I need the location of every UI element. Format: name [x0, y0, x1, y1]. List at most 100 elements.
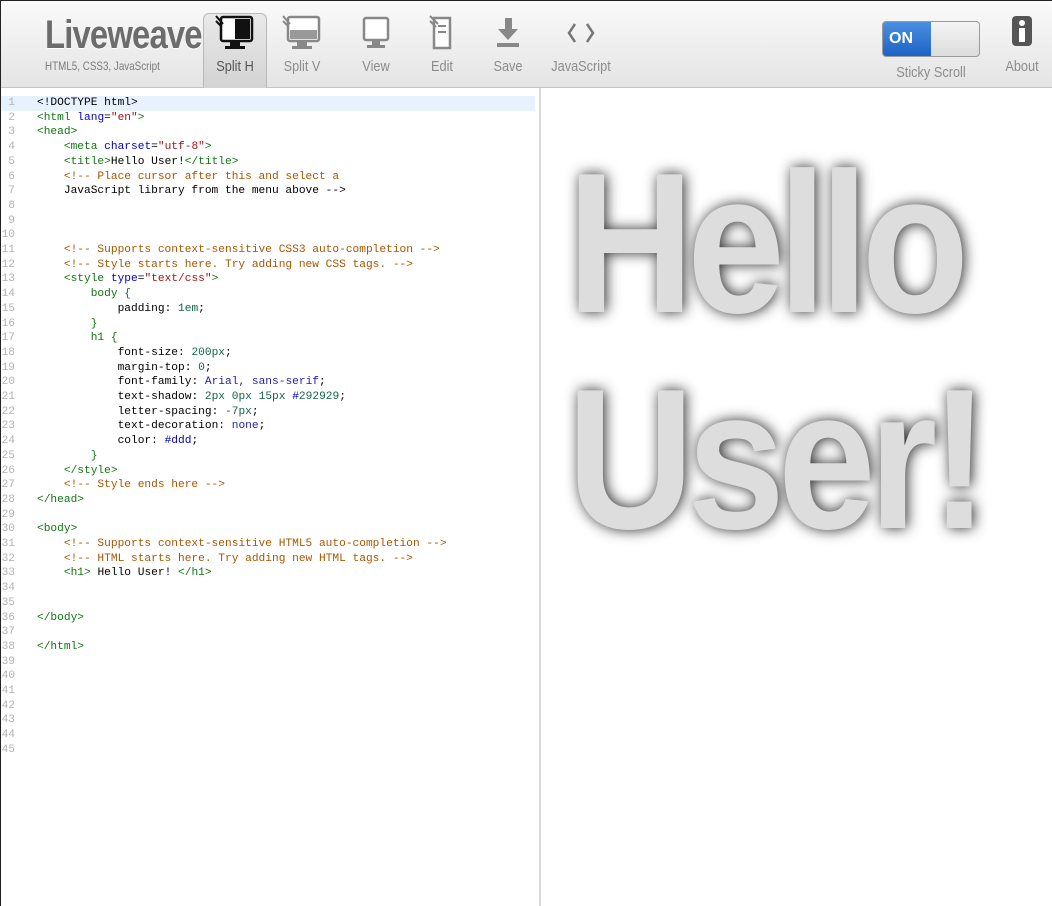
code-text: <!-- Supports context-sensitive CSS3 aut… [37, 244, 440, 256]
code-line[interactable]: 3 <head> [1, 125, 535, 140]
line-number: 7 [8, 185, 15, 198]
code-line[interactable]: 32 <!-- HTML starts here. Try adding new… [1, 552, 535, 567]
code-line[interactable]: 1 <!DOCTYPE html> [1, 96, 535, 111]
code-text: body { [37, 288, 131, 301]
code-line[interactable]: 36 </body> [1, 611, 535, 626]
toggle-on-state: ON [883, 22, 931, 56]
line-number: 4 [8, 141, 15, 154]
preview-pane: Hello User! [541, 88, 1052, 906]
code-line[interactable]: 25 } [1, 449, 535, 464]
code-line[interactable]: 16 } [1, 317, 535, 332]
download-icon [497, 18, 519, 47]
code-line[interactable]: 12 <!-- Style starts here. Try adding ne… [1, 258, 535, 273]
code-editor[interactable]: 1 <!DOCTYPE html> 2 <html lang="en"> 3 <head>… [1, 88, 541, 906]
code-line[interactable]: 24 color: #ddd; [1, 434, 535, 449]
code-text: <!-- Place cursor after this and select … [37, 170, 340, 183]
code-line[interactable]: 8 [1, 199, 535, 214]
line-number: 8 [8, 199, 15, 212]
line-number: 23 [1, 420, 15, 433]
code-brackets-icon [567, 23, 595, 43]
edit-page-icon [429, 15, 452, 50]
view-button[interactable]: View [351, 14, 401, 86]
code-line[interactable]: 42 [1, 699, 535, 714]
code-text: margin-top: 0; [117, 361, 212, 374]
code-line[interactable]: 20 font-family: Arial, sans-serif; [1, 375, 535, 390]
code-line[interactable]: 23 text-decoration: none; [1, 419, 535, 434]
save-button[interactable]: Save [483, 14, 533, 86]
code-line[interactable]: 6 <!-- Place cursor after this and selec… [1, 170, 535, 185]
line-number: 12 [1, 258, 15, 271]
code-line[interactable]: 35 [1, 596, 535, 611]
code-line[interactable]: 43 [1, 713, 535, 728]
code-line[interactable]: 38 </html> [1, 640, 535, 655]
split-horizontal-icon [215, 15, 254, 49]
code-line[interactable]: 31 <!-- Supports context-sensitive HTML5… [1, 537, 535, 552]
toolbar: Liveweave HTML5, CSS3, JavaScript Split … [1, 1, 1052, 88]
about-button[interactable]: About [997, 14, 1047, 86]
brand-logo: Liveweave [45, 13, 203, 57]
line-number: 31 [1, 538, 15, 550]
code-line[interactable]: 34 [1, 581, 535, 596]
split-h-button[interactable]: Split H [203, 13, 267, 88]
split-v-label: Split V [283, 58, 321, 75]
line-number: 16 [1, 317, 15, 330]
code-line[interactable]: 28 </head> [1, 493, 535, 508]
javascript-button[interactable]: JavaScript [546, 14, 616, 86]
code-line[interactable]: 22 letter-spacing: -7px; [1, 405, 535, 420]
line-number: 33 [1, 567, 15, 580]
code-line[interactable]: 33 <h1> Hello User! </h1> [1, 566, 535, 581]
code-line[interactable]: 14 body { [1, 287, 535, 302]
info-icon [1012, 16, 1032, 46]
code-line[interactable]: 21 text-shadow: 2px 0px 15px #292929; [1, 390, 535, 405]
line-number: 24 [1, 435, 15, 448]
code-line[interactable]: 39 [1, 655, 535, 670]
code-line[interactable]: 40 [1, 669, 535, 684]
code-line[interactable]: 44 [1, 728, 535, 743]
code-line[interactable]: 17 h1 { [1, 331, 535, 346]
code-text: <head> [37, 126, 78, 139]
code-text: letter-spacing: -7px; [117, 405, 259, 418]
line-number: 30 [1, 523, 15, 536]
code-line[interactable]: 45 [1, 743, 535, 758]
line-number: 29 [1, 508, 15, 521]
code-line[interactable]: 13 <style type="text/css"> [1, 272, 535, 287]
split-v-button[interactable]: Split V [272, 14, 332, 86]
code-line[interactable]: 30 <body> [1, 522, 535, 537]
line-number: 5 [8, 155, 15, 168]
code-line[interactable]: 10 [1, 228, 535, 243]
code-line[interactable]: 29 [1, 508, 535, 523]
code-line[interactable]: 19 margin-top: 0; [1, 361, 535, 376]
code-text: } [37, 317, 98, 330]
code-text: <html lang="en"> [37, 111, 145, 124]
code-line[interactable]: 41 [1, 684, 535, 699]
split-h-label: Split H [216, 58, 254, 75]
line-number: 6 [8, 170, 15, 183]
code-line[interactable]: 37 [1, 625, 535, 640]
code-text: padding: 1em; [117, 302, 205, 315]
code-line[interactable]: 4 <meta charset="utf-8"> [1, 140, 535, 155]
code-line[interactable]: 9 [1, 214, 535, 229]
about-label: About [1005, 58, 1039, 75]
code-line[interactable]: 5 <title>Hello User!</title> [1, 155, 535, 170]
code-line[interactable]: 11 <!-- Supports context-sensitive CSS3 … [1, 243, 535, 258]
line-number: 26 [1, 464, 15, 477]
line-number: 39 [1, 655, 15, 668]
sticky-scroll-toggle[interactable]: ON [882, 21, 980, 57]
code-line[interactable]: 26 </style> [1, 464, 535, 479]
javascript-label: JavaScript [551, 58, 611, 75]
code-text: </body> [37, 611, 85, 624]
line-number: 35 [1, 596, 15, 609]
code-line[interactable]: 2 <html lang="en"> [1, 111, 535, 126]
code-text: h1 { [37, 332, 118, 345]
split-vertical-icon [282, 15, 321, 49]
edit-button[interactable]: Edit [417, 14, 467, 86]
line-number: 21 [1, 391, 15, 403]
code-line[interactable]: 27 <!-- Style ends here --> [1, 478, 535, 493]
line-number: 43 [1, 714, 15, 727]
line-number: 15 [1, 302, 15, 315]
line-number: 9 [8, 214, 15, 227]
code-line[interactable]: 18 font-size: 200px; [1, 346, 535, 361]
line-number: 13 [1, 273, 15, 286]
code-line[interactable]: 15 padding: 1em; [1, 302, 535, 317]
code-line[interactable]: 7 JavaScript library from the menu above… [1, 184, 535, 199]
